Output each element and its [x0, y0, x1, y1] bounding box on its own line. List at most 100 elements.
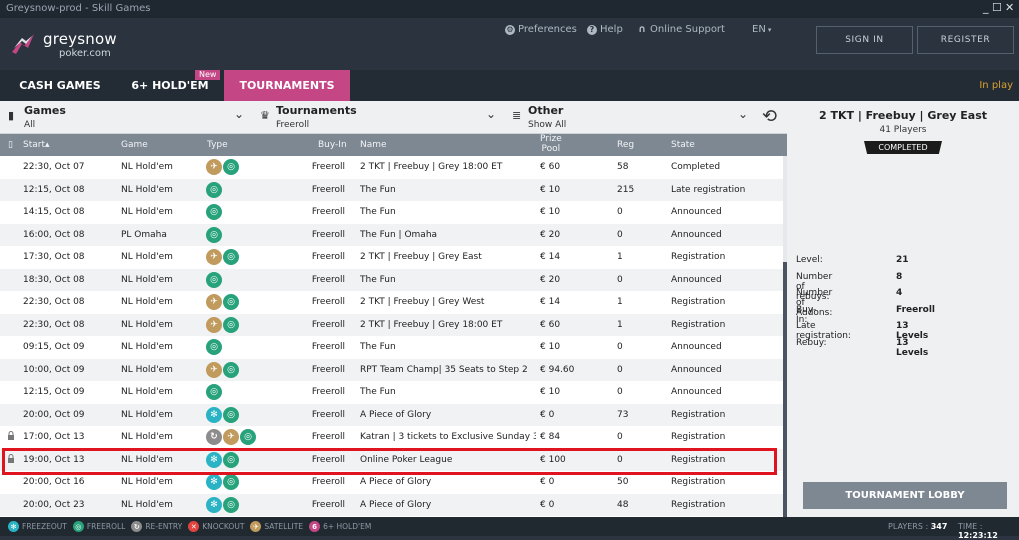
game-type: NL Hold'em — [121, 297, 173, 307]
legend-label: SATELLITE — [264, 522, 304, 531]
legend-label: FREEROLL — [86, 522, 126, 531]
table-row[interactable]: 22:30, Oct 08 NL Hold'em ✈ ◎ Freeroll 2 TKT |… — [0, 291, 783, 314]
preferences-link[interactable]: ⚙ Preferences — [505, 24, 577, 35]
checkbox-icon[interactable]: ▯ — [8, 140, 13, 150]
freeroll-icon: ◎ — [240, 429, 256, 445]
freeroll-icon: ◎ — [223, 294, 239, 310]
logo[interactable]: greysnow poker.com — [10, 28, 130, 62]
table-row[interactable]: 17:30, Oct 08 NL Hold'em ✈ ◎ Freeroll 2 TKT |… — [0, 246, 783, 269]
freezeout-icon: ✻ — [8, 521, 19, 532]
sign-in-button[interactable]: SIGN IN — [816, 26, 913, 54]
other-filter[interactable]: ≣ Other Show All ⌄ — [504, 101, 754, 134]
column-game[interactable]: Game — [121, 140, 148, 150]
help-label: Help — [600, 24, 623, 35]
lock-icon — [8, 431, 14, 440]
table-row[interactable]: 09:15, Oct 09 NL Hold'em ◎ Freeroll The Fun €… — [0, 336, 783, 359]
table-row[interactable]: 17:00, Oct 13 NL Hold'em ↻ ✈ ◎ Freeroll Katran… — [0, 426, 783, 449]
table-row[interactable]: 20:00, Oct 09 NL Hold'em ✻ ◎ Freeroll A Piece… — [0, 403, 783, 426]
chevron-down-icon: ⌄ — [486, 107, 497, 121]
legend-item-satellite: ✈ SATELLITE — [250, 521, 303, 532]
help-link[interactable]: ? Help — [587, 24, 623, 35]
table-row[interactable]: 14:15, Oct 08 NL Hold'em ◎ Freeroll The Fun €… — [0, 201, 783, 224]
tournament-lobby-button[interactable]: TOURNAMENT LOBBY — [803, 482, 1007, 509]
freeroll-icon: ◎ — [223, 159, 239, 175]
legend-item-reentry: ↻ RE-ENTRY — [131, 521, 182, 532]
minimize-button[interactable]: _ — [983, 1, 989, 14]
table-row[interactable]: 22:30, Oct 08 NL Hold'em ✈ ◎ Freeroll 2 TKT |… — [0, 313, 783, 336]
column-state[interactable]: State — [671, 140, 695, 150]
legend-label: FREEZEOUT — [22, 522, 67, 531]
tournament-name: A Piece of Glory — [360, 499, 432, 510]
prize-pool: € 10 — [540, 207, 561, 217]
games-filter[interactable]: ▮ Games All ⌄ — [0, 101, 252, 134]
table-row[interactable]: 12:15, Oct 08 NL Hold'em ◎ Freeroll The Fun €… — [0, 178, 783, 201]
buy-in: Freeroll — [311, 499, 345, 510]
chevron-down-icon: ⌄ — [738, 107, 749, 121]
status-bar: ✻ FREEZEOUT ◎ FREEROLL ↻ RE-ENTRY ✕ KNOCKOUT ✈ SA… — [0, 517, 1019, 540]
in-play-link[interactable]: In play — [979, 80, 1013, 91]
registered-count: 215 — [617, 184, 635, 195]
reentry-icon: ↻ — [206, 429, 222, 445]
freeroll-icon: ◎ — [206, 384, 222, 400]
info-value: 8 — [896, 271, 903, 282]
column-start[interactable]: Start▴ — [23, 140, 50, 150]
registered-count: 0 — [617, 229, 623, 240]
tournament-state: Announced — [671, 229, 722, 240]
prize-pool: € 0 — [540, 499, 555, 510]
game-type: NL Hold'em — [121, 274, 173, 285]
table-row[interactable]: 18:30, Oct 08 NL Hold'em ◎ Freeroll The Fun €… — [0, 268, 783, 291]
column-reg[interactable]: Reg — [617, 140, 634, 150]
tournament-name: 2 TKT | Freebuy | Grey West — [360, 297, 485, 307]
column-name[interactable]: Name — [360, 140, 387, 150]
tournament-type-icons: ✻ ◎ — [206, 496, 239, 513]
buy-in: Freeroll — [311, 229, 345, 240]
freeroll-icon: ◎ — [223, 474, 239, 490]
prize-pool: € 20 — [540, 274, 561, 285]
chevron-down-icon: ▾ — [767, 25, 772, 34]
tab-tournaments[interactable]: TOURNAMENTS — [224, 70, 350, 101]
maximize-button[interactable]: ☐ — [992, 1, 1002, 14]
tournaments-filter-title: Tournaments — [276, 104, 357, 117]
game-type: NL Hold'em — [121, 364, 173, 375]
freeroll-icon: ◎ — [223, 316, 239, 333]
table-row[interactable]: 10:00, Oct 09 NL Hold'em ✈ ◎ Freeroll RPT Tea… — [0, 358, 783, 381]
refresh-icon[interactable]: ⟲ — [762, 106, 777, 127]
legend-label: KNOCKOUT — [202, 522, 245, 531]
gear-icon: ⚙ — [505, 24, 515, 35]
column-buyin[interactable]: Buy-In — [318, 140, 347, 150]
column-type[interactable]: Type — [207, 140, 228, 150]
close-button[interactable]: ✕ — [1005, 1, 1014, 14]
freeroll-icon: ◎ — [72, 521, 84, 532]
app-header: greysnow poker.com ⚙ Preferences ? Help ∩ O… — [0, 18, 1019, 70]
selection-highlight — [2, 448, 777, 475]
other-filter-value: Show All — [528, 120, 567, 130]
table-row[interactable]: 20:00, Oct 23 NL Hold'em ✻ ◎ Freeroll A Piece… — [0, 493, 783, 516]
buy-in: Freeroll — [311, 274, 345, 285]
preferences-label: Preferences — [518, 24, 577, 35]
prize-pool: € 10 — [540, 387, 561, 397]
freeroll-icon: ◎ — [206, 271, 222, 288]
language-select[interactable]: EN ▾ — [752, 24, 771, 35]
freeroll-icon: ◎ — [206, 181, 222, 198]
column-prize-pool[interactable]: Prize Pool — [540, 134, 562, 154]
tournament-type-icons: ◎ — [206, 226, 222, 243]
register-button[interactable]: REGISTER — [917, 26, 1014, 54]
tournaments-filter[interactable]: ♛ Tournaments Freeroll ⌄ — [252, 101, 504, 134]
online-support-link[interactable]: ∩ Online Support — [637, 24, 725, 35]
start-time: 16:00, Oct 08 — [23, 229, 85, 240]
table-row[interactable]: 22:30, Oct 07 NL Hold'em ✈ ◎ Freeroll 2 TKT |… — [0, 156, 783, 179]
registered-count: 0 — [617, 432, 623, 442]
registered-count: 0 — [617, 207, 623, 217]
reentry-icon: ↻ — [131, 521, 143, 532]
game-type: NL Hold'em — [121, 184, 173, 195]
tournament-state: Registration — [671, 319, 726, 330]
info-value: 13 Levels — [896, 337, 929, 358]
freeroll-icon: ◎ — [206, 226, 222, 243]
start-time: 22:30, Oct 07 — [23, 162, 85, 172]
table-row[interactable]: 12:15, Oct 09 NL Hold'em ◎ Freeroll The Fun €… — [0, 381, 783, 404]
tournament-type-icons: ✈ ◎ — [206, 361, 239, 378]
game-type: PL Omaha — [121, 229, 167, 240]
satellite-icon: ✈ — [206, 294, 222, 310]
tab-cash-games[interactable]: CASH GAMES — [10, 70, 110, 101]
table-row[interactable]: 16:00, Oct 08 PL Omaha ◎ Freeroll The Fun | … — [0, 223, 783, 246]
